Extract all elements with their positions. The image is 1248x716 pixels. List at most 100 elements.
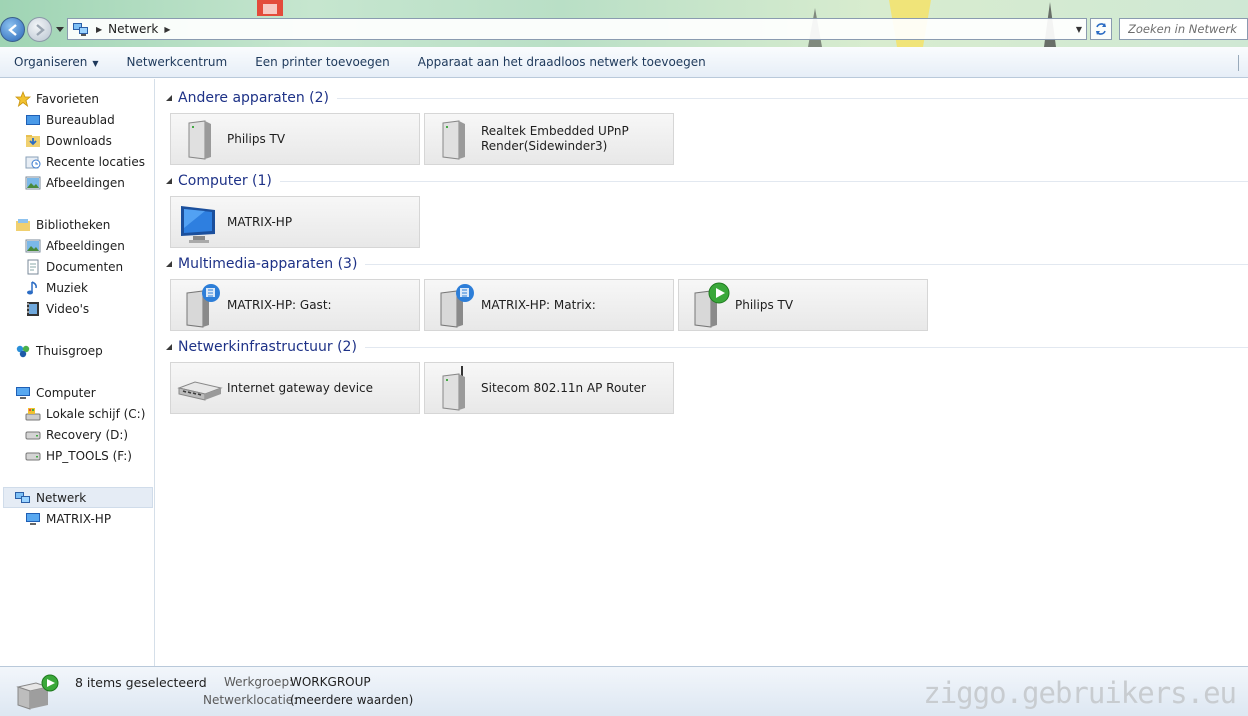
sidebar-item-libraries[interactable]: Bibliotheken: [14, 214, 110, 235]
search-input[interactable]: [1128, 22, 1246, 36]
recent-places-icon: [24, 154, 42, 170]
search-box[interactable]: [1119, 18, 1248, 40]
workgroup-label: Werkgroep:: [224, 675, 294, 689]
sidebar-item-label: Favorieten: [36, 91, 99, 106]
router-icon: [177, 381, 223, 401]
computer-tile[interactable]: MATRIX-HP: [170, 196, 420, 248]
device-label: Realtek Embedded UPnP Render(Sidewinder3…: [481, 124, 629, 153]
sidebar-item-label: MATRIX-HP: [46, 511, 112, 526]
sidebar-item-network-pc[interactable]: MATRIX-HP: [24, 508, 111, 529]
navigation-pane: Favorieten Bureaublad Downloads Recente …: [0, 79, 155, 666]
device-tile[interactable]: Realtek Embedded UPnP Render(Sidewinder3…: [424, 113, 674, 165]
gateway-tile[interactable]: Internet gateway device: [170, 362, 420, 414]
sidebar-item-lib-pictures[interactable]: Afbeeldingen: [24, 235, 125, 256]
network-location-label: Netwerklocatie:: [203, 693, 298, 707]
multiple-devices-icon: [16, 674, 59, 710]
group-header-other-devices[interactable]: Andere apparaten (2): [156, 88, 1248, 108]
sidebar-item-label: Documenten: [46, 259, 124, 274]
sidebar-item-favorites[interactable]: Favorieten: [14, 88, 99, 109]
group-divider: [279, 180, 1248, 182]
breadcrumb-separator-icon[interactable]: ▶: [96, 25, 102, 34]
router-tile[interactable]: Sitecom 802.11n AP Router: [424, 362, 674, 414]
libraries-icon: [14, 217, 32, 233]
group-header-infrastructure[interactable]: Netwerkinfrastructuur (2): [156, 337, 1248, 357]
sidebar-item-recent[interactable]: Recente locaties: [24, 151, 145, 172]
workgroup-value: WORKGROUP: [290, 675, 371, 689]
address-bar: ▶ Netwerk ▶ ▼: [0, 0, 1248, 47]
network-icon: [14, 490, 32, 506]
device-label: Sitecom 802.11n AP Router: [481, 380, 646, 395]
system-drive-icon: [24, 406, 42, 422]
documents-icon: [24, 259, 42, 275]
sidebar-item-drive-d[interactable]: Recovery (D:): [24, 424, 128, 445]
media-renderer-tile[interactable]: Philips TV: [678, 279, 928, 331]
sidebar-item-label: Video's: [46, 301, 90, 316]
sidebar-item-homegroup[interactable]: Thuisgroep: [14, 340, 103, 361]
view-options-button[interactable]: [1238, 55, 1248, 71]
sidebar-item-documents[interactable]: Documenten: [24, 256, 123, 277]
sidebar-item-label: Computer: [36, 385, 96, 400]
sidebar-item-label: Lokale schijf (C:): [46, 406, 146, 421]
organize-menu-button[interactable]: Organiseren ▼: [0, 47, 113, 78]
group-divider: [364, 346, 1248, 348]
network-location-value: (meerdere waarden): [290, 693, 414, 707]
sidebar-item-label: Downloads: [46, 133, 112, 148]
sidebar-item-computer[interactable]: Computer: [14, 382, 96, 403]
media-server-tile[interactable]: MATRIX-HP: Gast:: [170, 279, 420, 331]
collapse-triangle-icon[interactable]: [165, 343, 173, 351]
breadcrumb-netwerk[interactable]: Netwerk: [108, 22, 158, 36]
sidebar-item-drive-f[interactable]: HP_TOOLS (F:): [24, 445, 132, 466]
address-path[interactable]: ▶ Netwerk ▶ ▼: [67, 18, 1087, 40]
sidebar-item-label: Netwerk: [36, 490, 87, 505]
pictures-icon: [24, 238, 42, 254]
homegroup-icon: [14, 343, 32, 359]
sidebar-item-label: Bibliotheken: [36, 217, 111, 232]
media-server-icon: [186, 284, 220, 328]
sidebar-item-label: HP_TOOLS (F:): [46, 448, 132, 463]
sidebar-item-network[interactable]: Netwerk: [3, 487, 153, 508]
collapse-triangle-icon[interactable]: [165, 177, 173, 185]
network-icon: [73, 23, 88, 36]
sidebar-item-drive-c[interactable]: Lokale schijf (C:): [24, 403, 145, 424]
collapse-triangle-icon[interactable]: [165, 260, 173, 268]
sidebar-item-label: Recovery (D:): [46, 427, 129, 442]
device-tile[interactable]: Philips TV: [170, 113, 420, 165]
chevron-down-icon[interactable]: ▼: [1076, 25, 1082, 34]
breadcrumb-separator-icon[interactable]: ▶: [164, 25, 170, 34]
group-divider: [337, 97, 1248, 99]
sidebar-item-music[interactable]: Muziek: [24, 277, 88, 298]
watermark: ziggo.gebruikers.eu: [923, 676, 1237, 710]
computer-icon: [24, 511, 42, 527]
arrow-left-icon: [7, 23, 17, 36]
back-button[interactable]: [0, 17, 25, 42]
forward-button[interactable]: [27, 17, 52, 42]
sidebar-item-downloads[interactable]: Downloads: [24, 130, 112, 151]
refresh-button[interactable]: [1090, 18, 1112, 40]
video-icon: [24, 301, 42, 317]
recent-pages-dropdown[interactable]: [55, 24, 65, 34]
device-label: Philips TV: [227, 131, 286, 146]
chevron-down-icon: ▼: [92, 58, 99, 68]
sidebar-item-videos[interactable]: Video's: [24, 298, 89, 319]
group-header-computer[interactable]: Computer (1): [156, 171, 1248, 191]
add-wireless-device-button[interactable]: Apparaat aan het draadloos netwerk toevo…: [404, 47, 720, 78]
sidebar-item-label: Muziek: [46, 280, 88, 295]
wireless-router-icon: [442, 366, 465, 411]
star-icon: [14, 90, 32, 107]
music-icon: [24, 280, 42, 296]
collapse-triangle-icon[interactable]: [165, 94, 173, 102]
media-server-tile[interactable]: MATRIX-HP: Matrix:: [424, 279, 674, 331]
sidebar-item-fav-pictures[interactable]: Afbeeldingen: [24, 172, 125, 193]
group-divider: [365, 263, 1248, 265]
media-player-icon: [694, 282, 730, 328]
pictures-icon: [24, 175, 42, 191]
network-center-button[interactable]: Netwerkcentrum: [113, 47, 242, 78]
group-title: Computer (1): [178, 173, 272, 189]
group-title: Netwerkinfrastructuur (2): [178, 339, 357, 355]
sidebar-item-desktop[interactable]: Bureaublad: [24, 109, 115, 130]
group-header-multimedia[interactable]: Multimedia-apparaten (3): [156, 254, 1248, 274]
command-bar: Organiseren ▼ Netwerkcentrum Een printer …: [0, 47, 1248, 78]
sidebar-item-label: Recente locaties: [46, 154, 145, 169]
computer-icon: [14, 385, 32, 401]
add-printer-button[interactable]: Een printer toevoegen: [241, 47, 404, 78]
